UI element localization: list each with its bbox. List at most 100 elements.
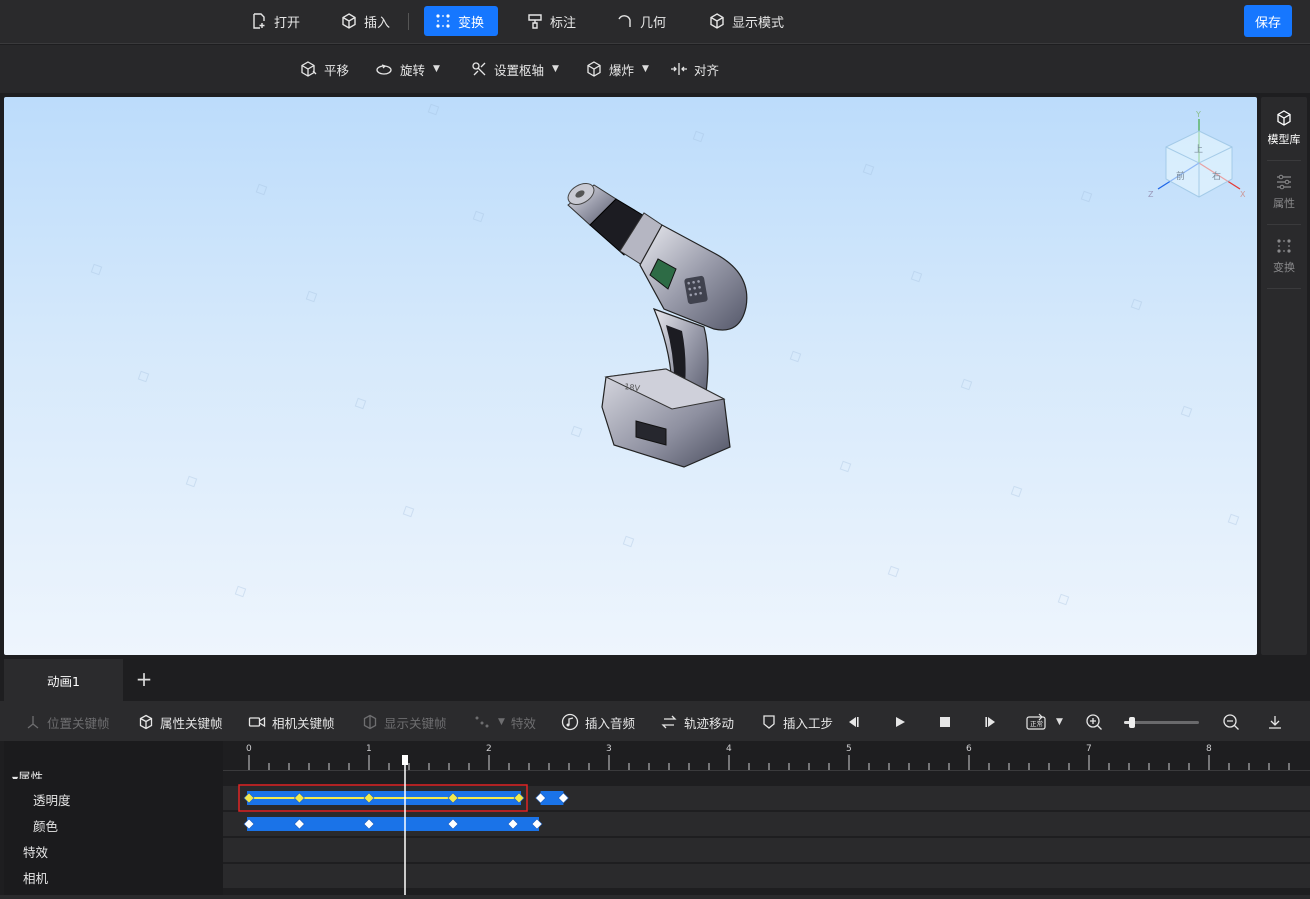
display-mode-button[interactable]: 显示模式 [698, 6, 794, 36]
align-label: 对齐 [694, 62, 720, 78]
properties-button[interactable]: 属性 [1261, 163, 1307, 221]
watermark-mark [789, 350, 802, 363]
open-button[interactable]: 打开 [240, 6, 310, 36]
step-forward-button[interactable] [983, 711, 999, 733]
download-button[interactable] [1267, 711, 1283, 733]
zoom-slider-handle[interactable] [1128, 717, 1135, 728]
translate-button[interactable]: 平移 [300, 57, 349, 81]
track-label-transparency[interactable]: 透明度 [33, 790, 71, 809]
effects-icon [475, 716, 489, 728]
arc-icon [618, 15, 631, 27]
transform-button[interactable]: 变换 [424, 6, 498, 36]
properties-group-header[interactable]: ▼属性 [12, 767, 43, 779]
model-library-icon [1277, 110, 1291, 126]
axes-icon [27, 716, 39, 729]
rotate-icon [376, 64, 392, 75]
zoom-slider[interactable] [1124, 717, 1199, 728]
transform-subtoolbar: 平移 旋转 ▼ 设置枢轴 ▼ 爆炸 ▼ 对齐 [0, 45, 1310, 93]
stop-button[interactable] [937, 711, 953, 733]
viewcube-top-face: 上 [1194, 144, 1203, 155]
transform-label: 变换 [458, 15, 485, 31]
3d-viewport[interactable]: 18V Y X Z 上 前 右 [4, 97, 1257, 655]
watermark-mark [839, 460, 852, 473]
track-label-column: ▼属性 透明度 颜色 特效 相机 [4, 741, 223, 895]
ruler-tick-label: 1 [366, 744, 372, 754]
effects-button[interactable]: ▼ 特效 [474, 711, 536, 733]
insert-audio-button[interactable]: 插入音频 [561, 711, 635, 733]
track-label-effects[interactable]: 特效 [23, 842, 48, 861]
zoom-in-icon [1086, 714, 1102, 730]
align-button[interactable]: 对齐 [670, 57, 719, 81]
viewcube-x-label: X [1240, 190, 1246, 199]
viewcube-y-label: Y [1195, 110, 1201, 119]
set-pivot-dropdown-icon[interactable]: ▼ [552, 64, 559, 74]
property-keyframe-button[interactable]: 属性关键帧 [138, 711, 223, 733]
rotate-dropdown-icon[interactable]: ▼ [433, 64, 440, 74]
annotate-button[interactable]: 标注 [516, 6, 586, 36]
effects-label: 特效 [510, 715, 536, 731]
rotate-label: 旋转 [400, 62, 426, 78]
display-mode-label: 显示模式 [732, 15, 785, 31]
zoom-out-button[interactable] [1222, 711, 1240, 733]
ruler-tick-label: 5 [846, 744, 852, 754]
animation-tabs: 动画1 + [0, 659, 1310, 701]
effects-dropdown-icon[interactable]: ▼ [498, 717, 505, 727]
track-label-camera[interactable]: 相机 [23, 868, 48, 887]
play-icon [896, 717, 905, 727]
property-cube-icon [139, 714, 153, 730]
playback-speed-button[interactable]: 正常 ▼ [1026, 711, 1063, 733]
insert-step-label: 插入工步 [783, 715, 834, 731]
explode-button[interactable]: 爆炸 ▼ [585, 57, 649, 81]
geometry-label: 几何 [640, 15, 667, 31]
insert-step-button[interactable]: 插入工步 [761, 711, 833, 733]
speed-dropdown-icon[interactable]: ▼ [1056, 717, 1063, 727]
playhead[interactable] [223, 755, 1310, 895]
align-icon [671, 63, 687, 75]
model-library-button[interactable]: 模型库 [1261, 99, 1307, 157]
music-note-icon [561, 713, 579, 731]
zoom-in-button[interactable] [1085, 711, 1103, 733]
watermark-mark [185, 475, 198, 488]
property-keyframe-label: 属性关键帧 [160, 715, 223, 731]
annotate-label: 标注 [550, 15, 577, 31]
viewcube-front-face: 前 [1176, 170, 1185, 182]
camera-keyframe-button[interactable]: 相机关键帧 [248, 711, 335, 733]
geometry-button[interactable]: 几何 [606, 6, 676, 36]
viewcube-z-label: Z [1148, 190, 1154, 199]
set-pivot-label: 设置枢轴 [494, 62, 545, 78]
properties-group-label: 属性 [18, 770, 44, 779]
transform-panel-icon [1277, 239, 1291, 253]
track-move-button[interactable]: 轨迹移动 [660, 711, 734, 733]
transform-panel-button[interactable]: 变换 [1261, 227, 1307, 285]
step-back-button[interactable] [845, 711, 861, 733]
view-cube[interactable]: Y X Z 上 前 右 [1144, 105, 1249, 210]
insert-audio-label: 插入音频 [585, 715, 636, 731]
watermark-mark [1227, 513, 1240, 526]
rotate-button[interactable]: 旋转 ▼ [374, 57, 440, 81]
download-icon [1269, 716, 1281, 729]
panel-divider [1267, 224, 1301, 225]
save-button[interactable]: 保存 [1244, 5, 1292, 37]
power-drill-model[interactable]: 18V [554, 177, 764, 477]
watermark-mark [137, 370, 150, 383]
insert-button[interactable]: 插入 [330, 6, 400, 36]
display-keyframe-button[interactable]: 显示关键帧 [362, 711, 447, 733]
pivot-icon [472, 62, 486, 76]
timeline-panel: ▼属性 透明度 颜色 特效 相机 0 1 2 3 4 5 6 7 8 [0, 741, 1310, 899]
explode-dropdown-icon[interactable]: ▼ [642, 64, 649, 74]
watermark-mark [255, 183, 268, 196]
position-keyframe-button[interactable]: 位置关键帧 [25, 711, 110, 733]
set-pivot-button[interactable]: 设置枢轴 ▼ [470, 57, 559, 81]
step-back-icon [849, 717, 859, 727]
tab-animation-1[interactable]: 动画1 [4, 659, 123, 701]
animation-toolbar: 位置关键帧 属性关键帧 相机关键帧 显示关键帧 ▼ 特效 插入音频 轨迹移动 插… [0, 701, 1310, 741]
watermark-mark [1180, 405, 1193, 418]
playhead-handle [402, 755, 408, 765]
play-button[interactable] [892, 711, 908, 733]
track-label-color[interactable]: 颜色 [33, 816, 58, 835]
watermark-mark [354, 397, 367, 410]
viewcube-right-face: 右 [1212, 170, 1221, 182]
display-keyframe-icon [363, 714, 377, 730]
watermark-mark [1130, 298, 1143, 311]
add-animation-button[interactable]: + [134, 669, 154, 689]
